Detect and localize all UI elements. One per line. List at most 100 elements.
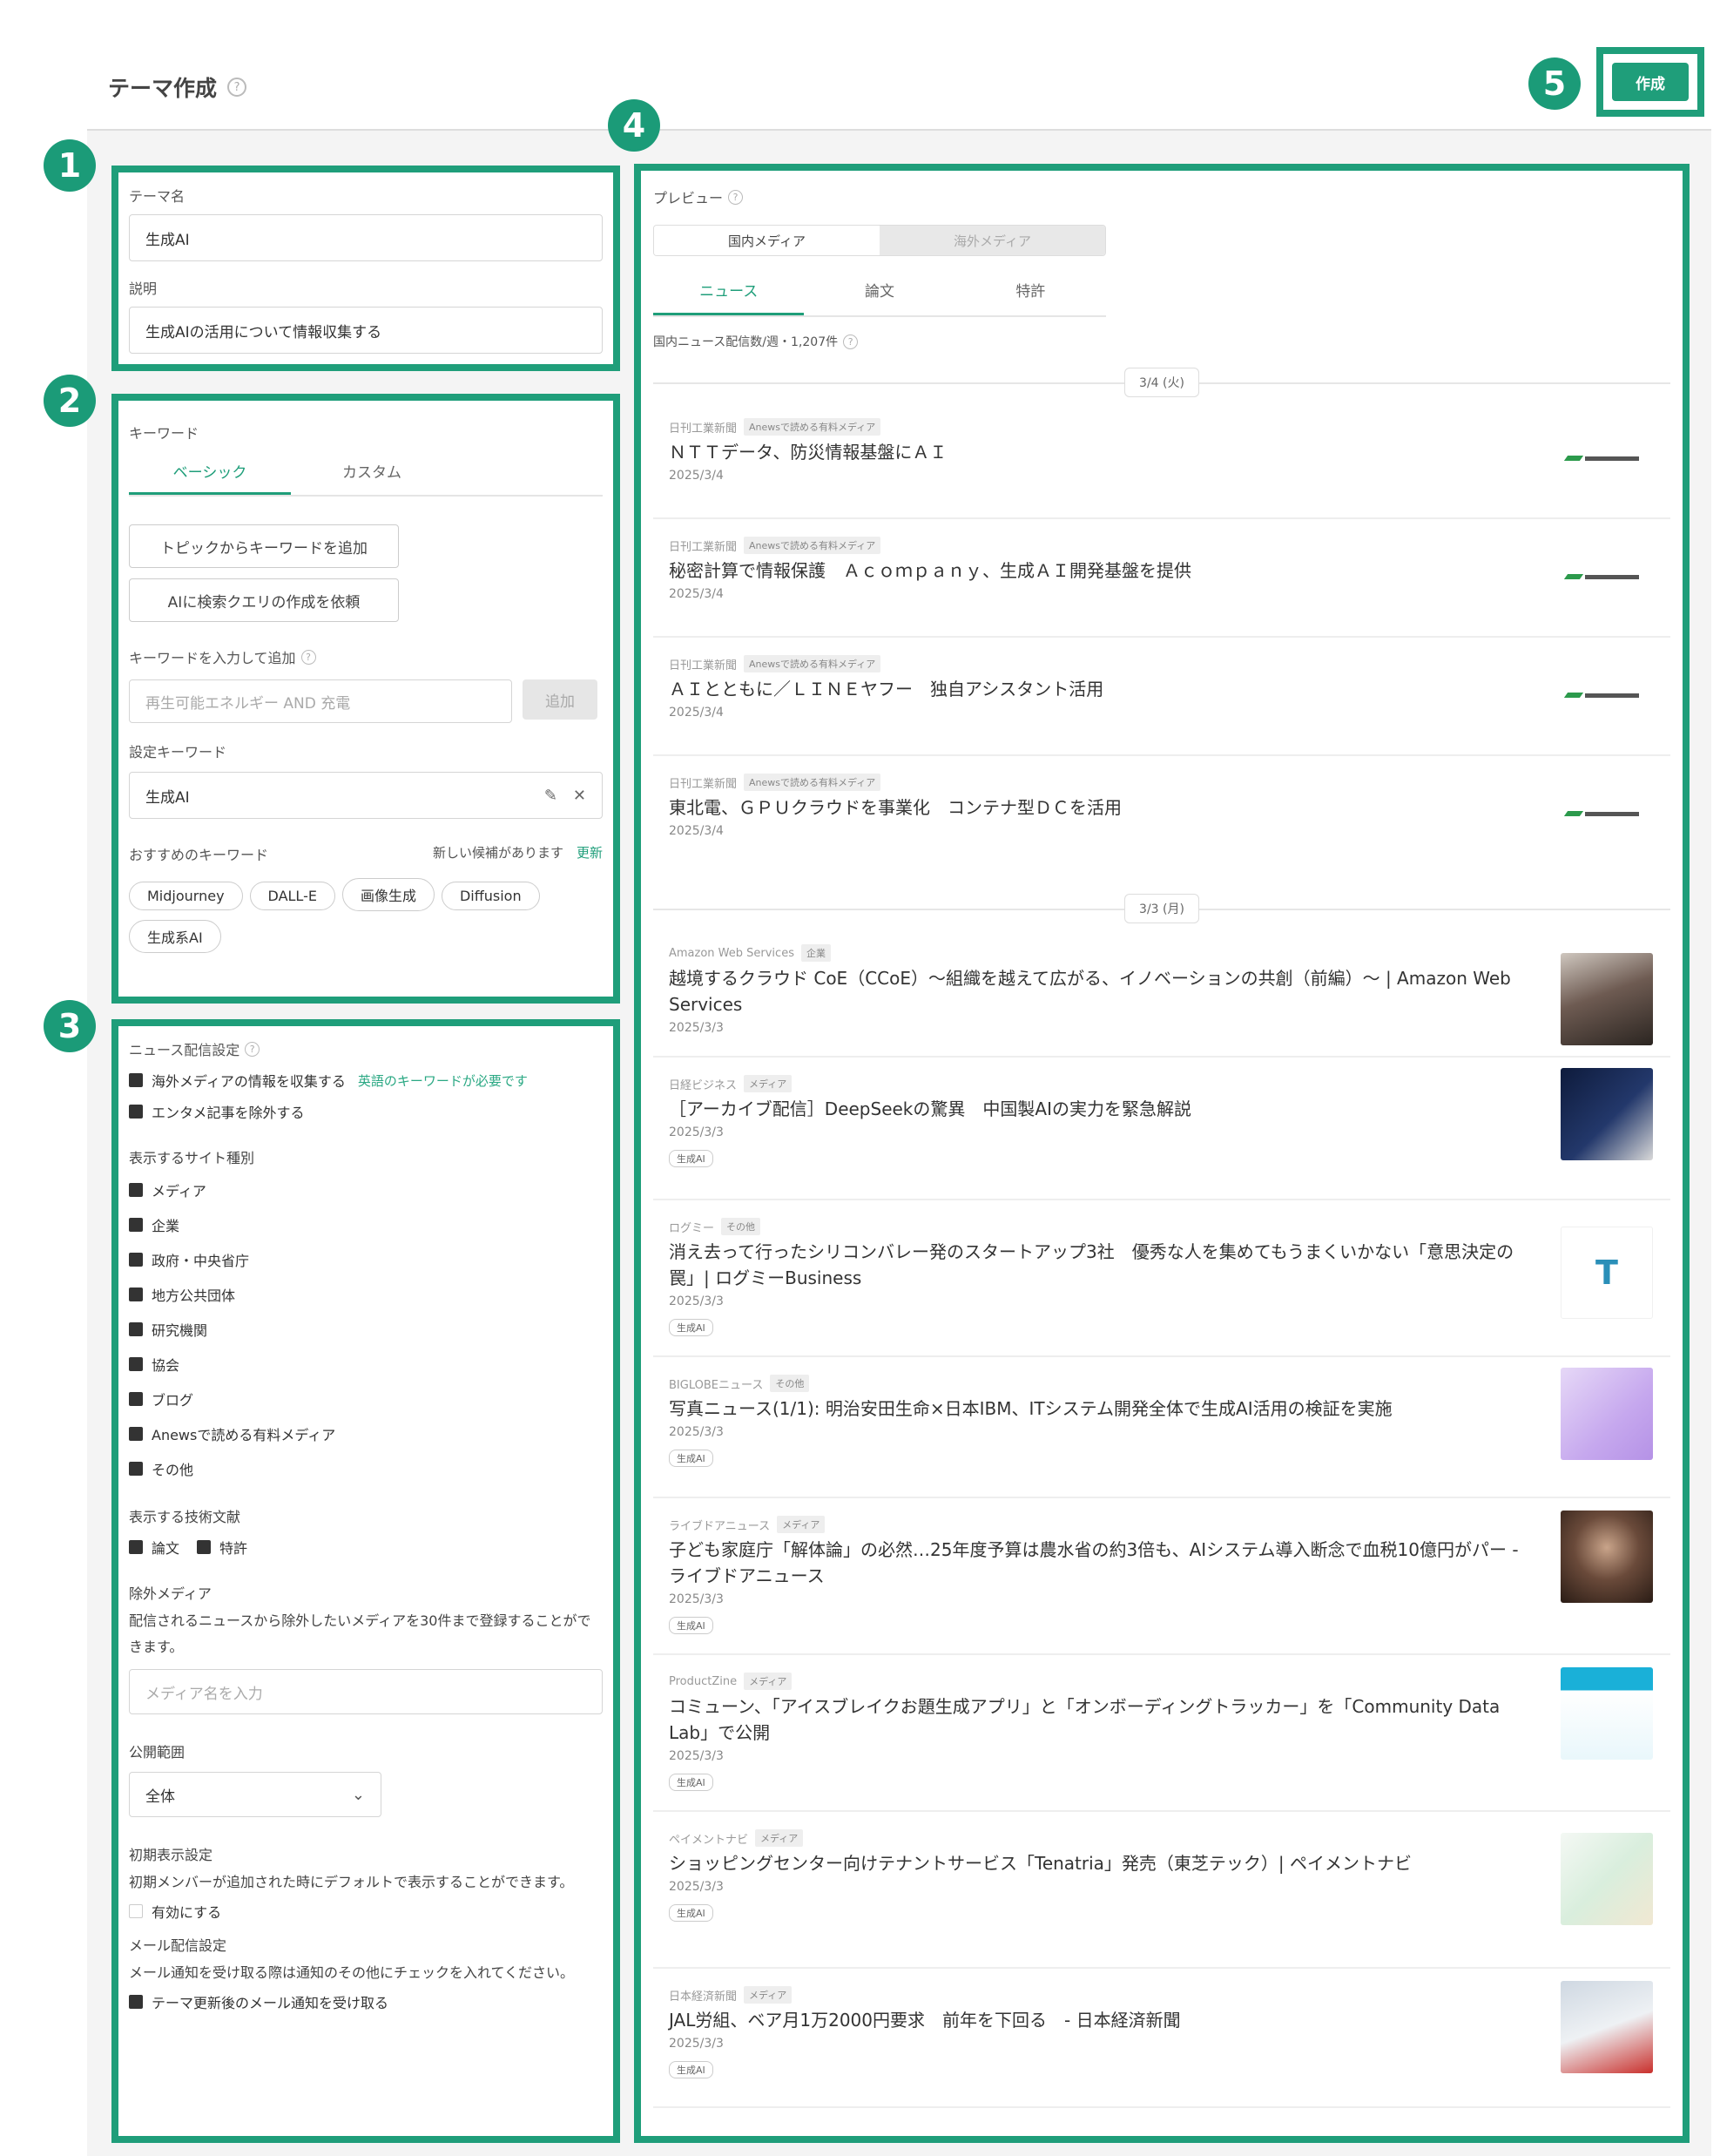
article-title[interactable]: ［アーカイブ配信］DeepSeekの驚異 中国製AIの実力を緊急解説 [669,1096,1653,1122]
site-type-checkbox[interactable]: 企業 [129,1207,603,1242]
marker-1: 1 [44,139,96,192]
create-button[interactable]: 作成 [1612,63,1689,101]
site-type-checkbox[interactable]: Anewsで読める有料メディア [129,1416,603,1451]
article-title[interactable]: ＮＴＴデータ、防災情報基盤にＡＩ [669,439,1653,465]
article-label: 生成AI [669,1319,713,1336]
suggest-chips: Midjourney DALL-E 画像生成 Diffusion 生成系AI [129,878,603,962]
article-source-tag: その他 [770,1375,810,1392]
article-thumbnail [1561,1068,1653,1160]
article-date: 2025/3/4 [669,469,724,483]
article-item[interactable]: 日本経済新聞 メディア JAL労組、ベア月1万2000円要求 前年を下回る - 日… [653,1969,1670,2108]
content-tabs: ニュース 論文 特許 [653,279,1106,317]
page-title: テーマ作成 ? [108,71,247,103]
help-icon[interactable]: ? [245,1041,260,1057]
article-source: Amazon Web Services [669,946,794,960]
media-tab-domestic[interactable]: 国内メディア [654,226,880,255]
keyword-chip[interactable]: 生成系AI [129,920,221,953]
help-icon[interactable]: ? [843,334,859,349]
keyword-tabs: ベーシック カスタム [129,460,603,497]
article-item[interactable]: 日経ビジネス メディア ［アーカイブ配信］DeepSeekの驚異 中国製AIの実力… [653,1058,1670,1200]
article-item[interactable]: 日刊工業新聞 Anewsで読める有料メディア 秘密計算で情報保護 Ａｃｏｍｐａｎｙ… [653,519,1670,638]
article-date: 2025/3/3 [669,2037,724,2051]
edit-icon[interactable]: ✎ [544,787,557,805]
help-icon[interactable]: ? [728,189,744,205]
checkbox-checked-icon [129,1253,143,1267]
initial-enable-checkbox[interactable]: 有効にする [129,1896,603,1927]
article-title[interactable]: ＡＩとともに／ＬＩＮＥヤフー 独自アシスタント活用 [669,676,1653,702]
close-icon[interactable]: ✕ [573,787,586,805]
keyword-input[interactable]: 再生可能エネルギー AND 充電 [129,679,512,723]
keyword-input-placeholder: 再生可能エネルギー AND 充電 [145,694,351,713]
tech-patent-label: 特許 [219,1540,248,1557]
preview-label: プレビュー? [653,186,1670,207]
site-type-checkbox[interactable]: ブログ [129,1382,603,1416]
article-title[interactable]: ショッピングセンター向けテナントサービス「Tenatria」発売（東芝テック）|… [669,1850,1653,1876]
exclude-ent-checkbox[interactable]: エンタメ記事を除外する [129,1096,603,1127]
add-from-topic-button[interactable]: トピックからキーワードを追加 [129,524,399,568]
article-title[interactable]: 東北電、ＧＰＵクラウドを事業化 コンテナ型ＤＣを活用 [669,794,1653,821]
article-title[interactable]: 子ども家庭庁「解体論」の必然…25年度予算は農水省の約3倍も、AIシステム導入断… [669,1537,1653,1589]
help-icon[interactable]: ? [227,78,247,97]
site-type-checkbox[interactable]: 協会 [129,1347,603,1382]
article-source: ログミー [669,1221,715,1235]
article-item[interactable]: ライブドアニュース メディア 子ども家庭庁「解体論」の必然…25年度予算は農水省の… [653,1498,1670,1655]
checkbox-checked-icon [129,1357,143,1371]
tab-papers[interactable]: 論文 [804,279,954,315]
article-source: ペイメントナビ [669,1833,749,1847]
tab-news[interactable]: ニュース [653,279,805,315]
article-date: 2025/3/3 [669,1021,724,1035]
article-source: BIGLOBEニュース [669,1378,764,1392]
article-item[interactable]: ProductZine メディア コミューン、「アイスブレイクお題生成アプリ」と「… [653,1655,1670,1812]
article-item[interactable]: Amazon Web Services 企業 越境するクラウド CoE（CCoE）… [653,927,1670,1058]
keyword-chip[interactable]: DALL-E [249,882,335,910]
keyword-chip[interactable]: Midjourney [129,882,243,910]
scope-value: 全体 [145,1788,175,1806]
checkbox-checked-icon[interactable] [197,1540,212,1554]
keyword-chip[interactable]: 画像生成 [341,878,435,911]
article-thumbnail [1561,953,1653,1045]
news-count: 国内ニュース配信数/週・1,207件? [653,333,1670,350]
mail-check-label: テーマ更新後のメール通知を受け取る [152,1995,389,2011]
site-type-checkbox[interactable]: 研究機関 [129,1312,603,1347]
theme-desc-input[interactable]: 生成AIの活用について情報収集する [129,307,603,354]
media-tab-overseas[interactable]: 海外メディア [880,226,1105,255]
site-type-checkbox[interactable]: メディア [129,1173,603,1207]
article-item[interactable]: 日刊工業新聞 Anewsで読める有料メディア ＡＩとともに／ＬＩＮＥヤフー 独自ア… [653,638,1670,756]
checkbox-checked-icon [129,1183,143,1197]
overseas-checkbox[interactable]: 海外メディアの情報を収集する 英語のキーワードが必要です [129,1064,603,1096]
add-keyword-button[interactable]: 追加 [523,679,597,720]
article-title[interactable]: 写真ニュース(1/1): 明治安田生命×日本IBM、ITシステム開発全体で生成A… [669,1396,1653,1422]
tab-patents[interactable]: 特許 [955,279,1106,315]
scope-select[interactable]: 全体 ⌄ [129,1772,381,1817]
article-title[interactable]: コミューン、「アイスブレイクお題生成アプリ」と「オンボーディングトラッカー」を「… [669,1693,1653,1746]
article-source: 日経ビジネス [669,1078,738,1092]
site-type-checkbox[interactable]: 政府・中央省庁 [129,1242,603,1277]
mail-desc: メール通知を受け取る際は通知のその他にチェックを入れてください。 [129,1964,575,1981]
set-keyword-field[interactable]: 生成AI ✎ ✕ [129,772,603,819]
site-type-checkbox[interactable]: 地方公共団体 [129,1277,603,1312]
logmi-thumbnail: T [1561,1227,1653,1319]
theme-desc-label: 説明 [129,280,158,297]
checkbox-checked-icon[interactable] [129,1540,143,1554]
keyword-chip[interactable]: Diffusion [441,882,540,910]
mail-checkbox[interactable]: テーマ更新後のメール通知を受け取る [129,1986,603,2017]
exclude-media-input[interactable]: メディア名を入力 [129,1669,603,1714]
article-title[interactable]: 越境するクラウド CoE（CCoE）〜組織を越えて広がる、イノベーションの共創（… [669,965,1653,1017]
article-item[interactable]: BIGLOBEニュース その他 写真ニュース(1/1): 明治安田生命×日本IBM… [653,1357,1670,1498]
theme-name-input[interactable]: 生成AI [129,214,603,261]
article-item[interactable]: ペイメントナビ メディア ショッピングセンター向けテナントサービス「Tenatri… [653,1812,1670,1969]
article-title[interactable]: 消え去って行ったシリコンバレー発のスタートアップ3社 優秀な人を集めてもうまくい… [669,1239,1653,1291]
article-title[interactable]: 秘密計算で情報保護 Ａｃｏｍｐａｎｙ、生成ＡＩ開発基盤を提供 [669,558,1653,584]
site-type-checkbox[interactable]: その他 [129,1451,603,1486]
news-settings-section: ニュース配信設定? 海外メディアの情報を収集する 英語のキーワードが必要です エン… [111,1019,620,2143]
article-item[interactable]: ログミー その他 消え去って行ったシリコンバレー発のスタートアップ3社 優秀な人を… [653,1200,1670,1357]
refresh-link[interactable]: 更新 [577,845,603,861]
tab-basic[interactable]: ベーシック [129,460,291,495]
article-item[interactable]: 日刊工業新聞 Anewsで読める有料メディア ＮＴＴデータ、防災情報基盤にＡＩ 2… [653,401,1670,519]
article-item[interactable]: 日刊工業新聞 Anewsで読める有料メディア 東北電、ＧＰＵクラウドを事業化 コン… [653,756,1670,887]
help-icon[interactable]: ? [300,649,316,665]
article-title[interactable]: JAL労組、ベア月1万2000円要求 前年を下回る - 日本経済新聞 [669,2007,1653,2033]
ask-ai-button[interactable]: AIに検索クエリの作成を依頼 [129,578,399,622]
article-thumbnail [1561,1511,1653,1603]
tab-custom[interactable]: カスタム [291,460,453,495]
